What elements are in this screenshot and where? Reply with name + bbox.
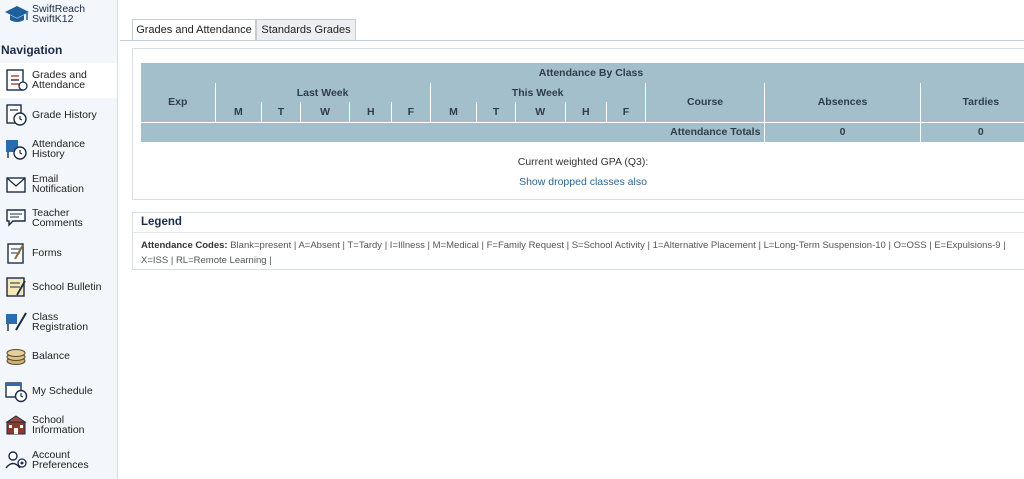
show-dropped-classes-link[interactable]: Show dropped classes also <box>133 176 1024 188</box>
this-week-day-h: H <box>564 102 607 122</box>
tab-standards-grades[interactable]: Standards Grades <box>256 19 356 41</box>
sidebar-item-my-schedule[interactable]: My Schedule <box>0 374 117 409</box>
grades-attendance-panel: Attendance By Class Exp Last Week This W… <box>132 48 1024 200</box>
this-week-day-w: W <box>514 102 566 122</box>
sidebar-item-label-line2: Information <box>32 424 85 437</box>
sidebar-item-teacher-comments[interactable]: Teacher Comments <box>0 201 117 236</box>
sidebar-item-label-line1: School Bulletin <box>32 281 102 294</box>
grades-icon <box>6 69 28 91</box>
last-week-header: Last Week <box>214 83 431 102</box>
bulletin-icon <box>6 277 26 297</box>
sidebar-item-label-line1: Forms <box>32 246 62 259</box>
sidebar-item-label: School Bulletin <box>32 281 102 294</box>
sidebar-item-label-line2: Comments <box>32 217 83 230</box>
last-week-day-w: W <box>299 102 350 122</box>
legend-title: Legend <box>133 213 1024 233</box>
sidebar-item-label-line1: My Schedule <box>32 384 93 397</box>
course-header: Course <box>644 83 765 122</box>
last-week-day-f: F <box>391 102 431 122</box>
sidebar-item-label: Teacher Comments <box>32 208 83 230</box>
sidebar-item-label-line1: Grade History <box>32 108 97 121</box>
last-week-day-h: H <box>349 102 392 122</box>
sidebar-item-forms[interactable]: Forms <box>0 236 117 271</box>
sidebar-item-label: School Information <box>32 415 85 437</box>
tab-divider <box>120 40 1024 41</box>
tardies-header: Tardies <box>919 83 1024 122</box>
sidebar-item-label-line2: Attendance <box>32 79 86 92</box>
legend-body: Attendance Codes: Blank=present | A=Abse… <box>133 233 1024 268</box>
sidebar-item-school-bulletin[interactable]: School Bulletin <box>0 270 117 305</box>
sidebar-item-label-line2: Notification <box>32 182 84 195</box>
attendance-table-title: Attendance By Class <box>538 67 644 79</box>
grade-history-icon <box>6 104 27 126</box>
attendance-history-icon <box>6 140 27 160</box>
comments-icon <box>6 209 26 227</box>
sidebar-item-label: Account Preferences <box>32 450 89 471</box>
this-week-day-t: T <box>476 102 516 122</box>
legend-panel: Legend Attendance Codes: Blank=present |… <box>132 212 1024 270</box>
class-registration-icon <box>6 312 27 331</box>
sidebar-item-account-preferences[interactable]: Account Preferences <box>0 443 117 478</box>
tab-grades-and-attendance[interactable]: Grades and Attendance <box>132 19 256 41</box>
attendance-codes-label: Attendance Codes: <box>141 240 228 251</box>
sidebar-item-label-line2: Preferences <box>32 458 89 471</box>
sidebar-item-label: My Schedule <box>32 384 93 397</box>
sidebar-item-balance[interactable]: Balance <box>0 339 117 374</box>
attendance-totals-tardies: 0 <box>919 122 1024 142</box>
brand-line-2: SwiftK12 <box>32 13 74 25</box>
sidebar-item-label: Forms <box>32 246 62 259</box>
sidebar-item-label: Class Registration <box>32 312 89 333</box>
this-week-day-m: M <box>429 102 477 122</box>
absences-header: Absences <box>764 83 921 122</box>
sidebar-item-label-line2: History <box>32 148 65 161</box>
sidebar-item-attendance-history[interactable]: Attendance History <box>0 132 117 167</box>
attendance-totals-absences: 0 <box>764 122 921 142</box>
navigation-list: Grades and Attendance Grade History Attenda… <box>0 63 117 477</box>
last-week-day-t: T <box>261 102 301 122</box>
sidebar-item-email-notification[interactable]: Email Notification <box>0 167 117 202</box>
attendance-codes-text: Blank=present | A=Absent | T=Tardy | I=I… <box>141 240 1006 266</box>
sidebar-item-class-registration[interactable]: Class Registration <box>0 305 117 340</box>
brand[interactable]: SwiftReach SwiftK12 <box>0 0 117 28</box>
graduation-cap-icon <box>5 6 29 22</box>
sidebar-item-label-line2: Registration <box>32 320 89 333</box>
this-week-header: This Week <box>429 83 646 102</box>
attendance-table: Attendance By Class Exp Last Week This W… <box>141 63 1024 142</box>
sidebar-item-grade-history[interactable]: Grade History <box>0 98 117 133</box>
this-week-day-f: F <box>606 102 646 122</box>
account-icon <box>5 451 27 469</box>
sidebar-item-label: Attendance History <box>32 139 85 161</box>
balance-icon <box>6 349 26 366</box>
school-info-icon <box>5 415 27 435</box>
sidebar: SwiftReach SwiftK12 Navigation Grades an… <box>0 0 118 479</box>
sidebar-item-label: Grades and Attendance <box>32 70 87 92</box>
sidebar-item-label: Email Notification <box>32 174 84 195</box>
sidebar-item-label: Balance <box>32 350 70 363</box>
sidebar-item-school-information[interactable]: School Information <box>0 408 117 443</box>
sidebar-item-grades-and-attendance[interactable]: Grades and Attendance <box>0 63 117 98</box>
exp-header: Exp <box>168 96 188 109</box>
sidebar-item-label-line1: Balance <box>32 350 70 363</box>
last-week-day-m: M <box>214 102 262 122</box>
current-gpa: Current weighted GPA (Q3): <box>517 156 649 168</box>
schedule-icon <box>5 382 28 402</box>
attendance-totals-label: Attendance Totals <box>670 126 761 139</box>
email-icon <box>6 177 26 193</box>
tab-bar: Grades and Attendance Standards Grades <box>132 19 356 41</box>
sidebar-item-label: Grade History <box>32 108 97 121</box>
forms-icon <box>7 243 24 264</box>
